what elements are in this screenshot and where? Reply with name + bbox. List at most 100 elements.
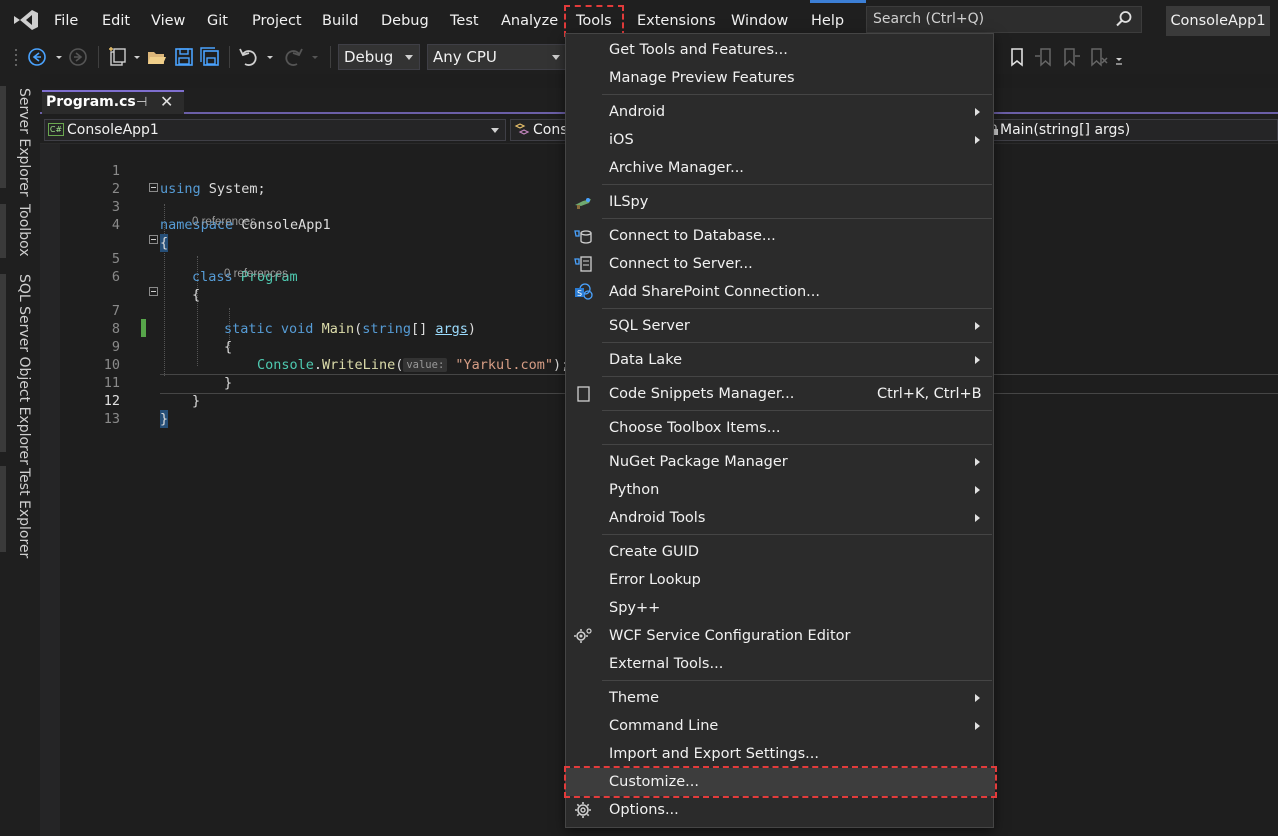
codelens-references[interactable]: 0 references (192, 214, 256, 230)
menu-view[interactable]: View (151, 10, 185, 32)
menu-separator (602, 308, 992, 309)
menu-window[interactable]: Window (731, 10, 788, 32)
menu-item-choose-toolbox-items[interactable]: Choose Toolbox Items... (566, 414, 993, 442)
side-tab-toolbox[interactable]: Toolbox (8, 200, 32, 257)
chevron-down-icon (552, 55, 560, 60)
search-input[interactable]: Search (Ctrl+Q) (866, 6, 1142, 33)
solution-configuration-select[interactable]: Debug (338, 44, 420, 70)
undo-icon[interactable] (237, 46, 259, 68)
wcf-gear-icon (574, 628, 592, 643)
next-bookmark-icon[interactable] (1060, 46, 1082, 68)
platform-value: Any CPU (433, 48, 497, 66)
menu-item-ilspy[interactable]: ILSpy (566, 188, 993, 216)
redo-icon[interactable] (283, 46, 305, 68)
submenu-arrow-icon (975, 694, 980, 702)
toolbar-separator (229, 46, 230, 68)
open-folder-icon[interactable] (146, 46, 168, 68)
menu-separator (602, 342, 992, 343)
menu-item-theme[interactable]: Theme (566, 684, 993, 712)
save-icon[interactable] (173, 46, 195, 68)
menu-item-options[interactable]: Options... (566, 796, 993, 824)
menu-item-connect-database[interactable]: Connect to Database... (566, 222, 993, 250)
member-dropdown[interactable]: Main(string[] args) (986, 119, 1278, 141)
tab-program-cs[interactable]: Program.cs ⊣ ✕ (42, 90, 184, 114)
menu-item-android-tools[interactable]: Android Tools (566, 504, 993, 532)
menu-separator (602, 376, 992, 377)
menu-item-external-tools[interactable]: External Tools... (566, 650, 993, 678)
menu-separator (602, 680, 992, 681)
menu-item-code-snippets[interactable]: Code Snippets Manager... Ctrl+K, Ctrl+B (566, 380, 993, 408)
menu-separator (602, 184, 992, 185)
chevron-down-icon (405, 55, 413, 60)
menu-item-archive-manager[interactable]: Archive Manager... (566, 154, 993, 182)
search-icon[interactable] (1115, 10, 1133, 28)
menu-item-data-lake[interactable]: Data Lake (566, 346, 993, 374)
menu-item-create-guid[interactable]: Create GUID (566, 538, 993, 566)
menu-item-wcf-editor[interactable]: WCF Service Configuration Editor (566, 622, 993, 650)
menu-project[interactable]: Project (252, 10, 302, 32)
bookmark-icon[interactable] (1006, 46, 1028, 68)
menu-item-error-lookup[interactable]: Error Lookup (566, 566, 993, 594)
menu-item-spy[interactable]: Spy++ (566, 594, 993, 622)
tools-menu-dropdown: Get Tools and Features... Manage Preview… (564, 33, 997, 828)
undo-dropdown-icon[interactable] (261, 46, 283, 68)
submenu-arrow-icon (975, 356, 980, 364)
menu-item-python[interactable]: Python (566, 476, 993, 504)
submenu-arrow-icon (975, 108, 980, 116)
database-connect-icon (574, 230, 592, 244)
menu-git[interactable]: Git (207, 10, 228, 32)
pin-icon[interactable]: ⊣ (136, 93, 147, 113)
menu-separator (602, 410, 992, 411)
navigate-back-icon[interactable] (26, 46, 48, 68)
menu-help[interactable]: Help (811, 10, 844, 32)
solution-name-button[interactable]: ConsoleApp1 (1166, 6, 1270, 36)
close-icon[interactable]: ✕ (160, 92, 173, 112)
side-tab-indicator (0, 466, 6, 552)
menu-item-android[interactable]: Android (566, 98, 993, 126)
new-project-icon[interactable] (106, 46, 128, 68)
redo-dropdown-icon[interactable] (306, 46, 328, 68)
menu-item-connect-server[interactable]: Connect to Server... (566, 250, 993, 278)
submenu-arrow-icon (975, 136, 980, 144)
menu-build[interactable]: Build (322, 10, 358, 32)
submenu-arrow-icon (975, 514, 980, 522)
toolbar-separator (98, 46, 99, 68)
options-gear-icon (575, 802, 591, 818)
side-tab-sql-server-object-explorer[interactable]: SQL Server Object Explorer (8, 270, 32, 465)
code-text: } (160, 410, 169, 428)
menu-analyze[interactable]: Analyze (501, 10, 558, 32)
menu-item-import-export[interactable]: Import and Export Settings... (566, 740, 993, 768)
type-dropdown[interactable]: Consc (510, 119, 570, 141)
side-tool-strip: Server Explorer Toolbox SQL Server Objec… (0, 74, 40, 836)
side-tab-indicator (0, 274, 6, 452)
solution-platform-select[interactable]: Any CPU (427, 44, 567, 70)
menu-item-command-line[interactable]: Command Line (566, 712, 993, 740)
sharepoint-icon: S (575, 283, 593, 300)
toolbar-overflow-icon[interactable] (1110, 46, 1132, 68)
menu-extensions[interactable]: Extensions (637, 10, 716, 32)
line-number: 13 (103, 411, 120, 427)
menu-item-nuget[interactable]: NuGet Package Manager (566, 448, 993, 476)
save-all-icon[interactable] (199, 46, 221, 68)
menu-item-manage-preview[interactable]: Manage Preview Features (566, 64, 993, 92)
menu-item-get-tools[interactable]: Get Tools and Features... (566, 36, 993, 64)
menu-debug[interactable]: Debug (381, 10, 429, 32)
menu-test[interactable]: Test (450, 10, 479, 32)
codelens-references[interactable]: 0 references (224, 266, 288, 282)
menu-item-sharepoint[interactable]: S Add SharePoint Connection... (566, 278, 993, 306)
menu-item-customize[interactable]: Customize... (564, 766, 997, 798)
menu-edit[interactable]: Edit (102, 10, 130, 32)
navigate-forward-icon[interactable] (67, 46, 89, 68)
visual-studio-logo-icon[interactable] (12, 8, 40, 32)
side-tab-server-explorer[interactable]: Server Explorer (8, 84, 32, 197)
side-tab-test-explorer[interactable]: Test Explorer (8, 464, 32, 558)
menu-item-ios[interactable]: iOS (566, 126, 993, 154)
clear-bookmarks-icon[interactable] (1087, 46, 1109, 68)
previous-bookmark-icon[interactable] (1033, 46, 1055, 68)
ilspy-icon (575, 198, 591, 209)
class-icon (514, 123, 530, 135)
menu-item-sql-server[interactable]: SQL Server (566, 312, 993, 340)
svg-text:S: S (577, 289, 582, 298)
menu-file[interactable]: File (54, 10, 78, 32)
project-dropdown[interactable]: C# ConsoleApp1 (44, 119, 506, 141)
